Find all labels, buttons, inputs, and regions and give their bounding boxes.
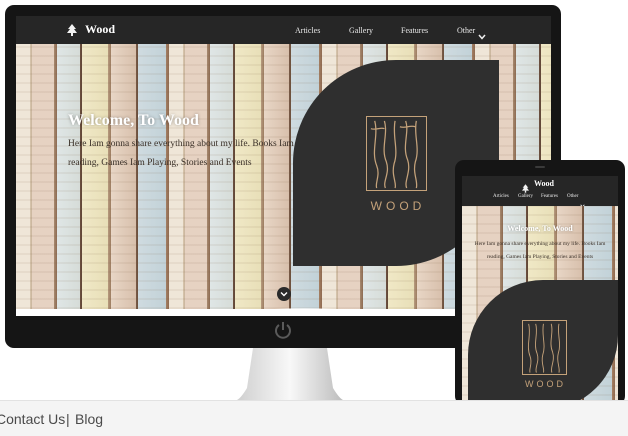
tree-icon xyxy=(522,180,529,193)
mobile-screen: Wood Articles Gallery Features Other Wel… xyxy=(462,176,618,405)
nav-gallery[interactable]: Gallery xyxy=(349,26,373,35)
mobile-logo-wordmark: WOOD xyxy=(525,379,566,389)
nav-features[interactable]: Features xyxy=(401,26,428,35)
mobile-device: Wood Articles Gallery Features Other Wel… xyxy=(455,160,625,405)
scroll-down-button[interactable] xyxy=(277,287,291,301)
mobile-nav-other[interactable]: Other xyxy=(567,194,578,199)
contact-us-link[interactable]: Contact Us xyxy=(0,411,65,427)
mobile-hero-title: Welcome, To Wood xyxy=(507,224,573,233)
nav-articles[interactable]: Articles xyxy=(295,26,320,35)
hero-description: Here Iam gonna share everything about my… xyxy=(68,139,294,168)
footer-bar: Contact Us | Blog xyxy=(0,400,628,436)
wood-logo-icon xyxy=(522,320,567,375)
mobile-nav-gallery[interactable]: Gallery xyxy=(518,194,533,199)
desktop-navbar: Wood Articles Gallery Features Other xyxy=(16,16,551,44)
wood-logo-icon xyxy=(366,116,427,191)
mobile-nav-articles[interactable]: Articles xyxy=(493,194,509,199)
nav-other[interactable]: Other xyxy=(457,26,475,35)
mobile-brand-name[interactable]: Wood xyxy=(534,179,554,188)
mobile-speaker xyxy=(535,166,545,168)
brand-name[interactable]: Wood xyxy=(85,22,115,37)
blog-link[interactable]: Blog xyxy=(75,411,103,427)
hero-title: Welcome, To Wood xyxy=(68,112,199,129)
mobile-nav-features[interactable]: Features xyxy=(541,194,558,199)
mobile-hero-description: Here Iam gonna share everything about my… xyxy=(474,241,606,260)
chevron-down-icon[interactable] xyxy=(580,195,585,208)
power-icon xyxy=(273,320,293,340)
mobile-hero: Welcome, To Wood Here Iam gonna share ev… xyxy=(462,206,618,405)
footer-separator: | xyxy=(66,411,70,427)
mobile-logo-leaf-shape: WOOD xyxy=(468,280,618,405)
logo-wordmark: WOOD xyxy=(370,199,426,213)
tree-icon xyxy=(67,23,77,36)
chevron-down-icon[interactable] xyxy=(478,27,486,40)
monitor-stand xyxy=(235,348,345,400)
mobile-navbar: Wood Articles Gallery Features Other xyxy=(462,176,618,208)
